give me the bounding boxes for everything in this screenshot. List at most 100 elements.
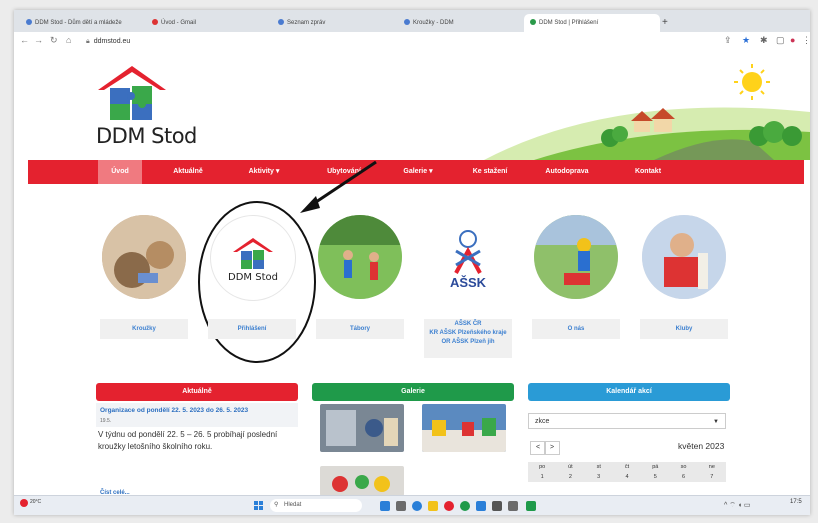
clock[interactable]: 17:5 [790, 499, 802, 505]
bookmark-star-icon[interactable]: ★ [742, 35, 750, 46]
menu-icon[interactable]: ⋮ [802, 35, 810, 46]
menu-item-ke-stazeni[interactable]: Ke stažení [460, 160, 520, 184]
forward-icon[interactable]: → [34, 35, 43, 45]
menu-item-galerie[interactable]: Galerie ▾ [388, 160, 448, 184]
browser-tab[interactable]: Seznam zpráv [272, 14, 398, 32]
calendar-day[interactable]: 1 [528, 472, 556, 482]
weekday: út [568, 464, 573, 470]
news-title[interactable]: Organizace od pondělí 22. 5. 2023 do 26.… [100, 407, 248, 414]
assk-line: AŠSK ČR [454, 321, 482, 327]
o-nas-link[interactable]: O nás [532, 319, 620, 339]
news-date: 19.5. [100, 418, 112, 424]
windows-taskbar: 20°C ⚲ Hledat ^ ⌔ ◖ ▭ 17:5 [14, 495, 810, 515]
menu-item-uvod[interactable]: Úvod [98, 160, 142, 184]
calendar-day[interactable]: 4 [613, 472, 641, 482]
weekday: po [539, 464, 546, 470]
url-field[interactable]: 🔒︎ ddmstod.eu [86, 35, 726, 49]
favicon-icon [26, 19, 32, 26]
tab-strip: DDM Stod - Dům dětí a mládeže Úvod - Gma… [14, 10, 810, 32]
weather-temp[interactable]: 20°C [30, 499, 41, 505]
galerie-heading[interactable]: Galerie [312, 383, 514, 401]
prihlaseni-link[interactable]: Přihlášení [208, 319, 296, 339]
krouzky-image[interactable] [102, 215, 186, 299]
taskbar-search[interactable]: ⚲ Hledat [270, 499, 362, 512]
gallery-thumb[interactable] [422, 404, 506, 452]
menu-item-ubytovani[interactable]: Ubytování [314, 160, 374, 184]
calendar-day[interactable]: 6 [669, 472, 697, 482]
windows-start-icon[interactable] [254, 501, 264, 511]
browser-tab[interactable]: Úvod - Gmail [146, 14, 272, 32]
back-icon[interactable]: ← [20, 35, 29, 45]
site-header: DDM Stod [14, 52, 810, 160]
calendar-month: květen 2023 [678, 441, 725, 451]
krouzky-link[interactable]: Kroužky [100, 319, 188, 339]
kluby-image[interactable] [642, 215, 726, 299]
home-icon[interactable]: ⌂ [66, 35, 71, 45]
tab-label: Úvod - Gmail [161, 20, 197, 26]
menu-item-aktualne[interactable]: Aktuálně [158, 160, 218, 184]
reload-icon[interactable]: ↻ [50, 35, 58, 46]
address-bar-row: ← → ↻ ⌂ 🔒︎ ddmstod.eu ⇪ ★ ✱ ▢ ● ⋮ [14, 32, 810, 53]
tab-label: DDM Stod | Přihlášení [539, 20, 599, 26]
edge-icon[interactable] [460, 501, 470, 511]
sidebar-icon[interactable]: ▢ [776, 35, 785, 46]
calendar-day[interactable]: 2 [556, 472, 584, 482]
menu-item-autodoprava[interactable]: Autodoprava [532, 160, 602, 184]
gallery-thumb[interactable] [320, 404, 404, 452]
assk-logo-circle[interactable]: AŠSK [426, 215, 510, 299]
app-icon[interactable] [508, 501, 518, 511]
menu-item-kontakt[interactable]: Kontakt [618, 160, 678, 184]
chrome-icon[interactable] [444, 501, 454, 511]
search-icon: ⚲ [274, 502, 279, 508]
assk-link[interactable]: AŠSK ČR KR AŠSK Plzeňského kraje OR AŠSK… [424, 319, 512, 358]
extensions-icon[interactable]: ✱ [760, 35, 768, 46]
calendar-next-button[interactable]: > [544, 441, 560, 455]
widgets-icon[interactable] [396, 501, 406, 511]
favicon-icon [404, 19, 410, 26]
weekday: so [680, 464, 687, 470]
aktualne-heading[interactable]: Aktuálně [96, 383, 298, 401]
app-icon[interactable] [526, 501, 536, 511]
browser-tab-active[interactable]: DDM Stod | Přihlášení [524, 14, 660, 32]
app-icon[interactable] [492, 501, 502, 511]
file-explorer-icon[interactable] [428, 501, 438, 511]
browser-window: DDM Stod - Dům dětí a mládeže Úvod - Gma… [14, 10, 810, 515]
tab-label: Kroužky - DDM [413, 20, 454, 26]
main-menu: Úvod Aktuálně Aktivity ▾ Ubytování Galer… [28, 160, 804, 184]
tab-label: Seznam zpráv [287, 20, 326, 26]
tabory-image[interactable] [318, 215, 402, 299]
new-tab-button[interactable]: + [662, 14, 674, 32]
task-view-icon[interactable] [380, 501, 390, 511]
chevron-down-icon: ▼ [713, 419, 719, 425]
kluby-link[interactable]: Kluby [640, 319, 728, 339]
tab-label: DDM Stod - Dům dětí a mládeže [35, 20, 122, 26]
event-type-select[interactable]: zkce ▼ [528, 413, 726, 429]
profile-avatar-icon[interactable]: ● [790, 35, 795, 45]
favicon-icon [530, 19, 536, 26]
weather-icon[interactable] [20, 499, 28, 507]
o-nas-image[interactable] [534, 215, 618, 299]
calendar-day[interactable]: 5 [641, 472, 669, 482]
store-icon[interactable] [476, 501, 486, 511]
weekday: ne [708, 464, 715, 470]
browser-tab[interactable]: DDM Stod - Dům dětí a mládeže [20, 14, 146, 32]
prihlaseni-logo-circle[interactable]: DDM Stod [210, 215, 296, 301]
chat-icon[interactable] [412, 501, 422, 511]
calendar-day[interactable]: 3 [585, 472, 613, 482]
browser-tab[interactable]: Kroužky - DDM [398, 14, 524, 32]
calendar-weekdays: po út st čt pá so ne [528, 462, 726, 472]
assk-line: OR AŠSK Plzeň jih [441, 339, 495, 345]
share-icon[interactable]: ⇪ [724, 35, 732, 46]
site-logo-text[interactable]: DDM Stod [96, 124, 197, 148]
lock-icon: 🔒︎ [86, 38, 90, 45]
tray-icons[interactable]: ^ ⌔ ◖ ▭ [724, 501, 751, 510]
calendar-week: 1 2 3 4 5 6 7 [528, 472, 726, 482]
tabory-link[interactable]: Tábory [316, 319, 404, 339]
news-body: V týdnu od pondělí 22. 5 – 26. 5 probíha… [98, 430, 278, 451]
weekday: čt [624, 464, 630, 470]
calendar-day[interactable]: 7 [698, 472, 726, 482]
gallery-thumb[interactable] [320, 466, 404, 496]
kalendar-heading[interactable]: Kalendář akcí [528, 383, 730, 401]
menu-item-aktivity[interactable]: Aktivity ▾ [234, 160, 294, 184]
assk-logo-text: AŠSK [449, 275, 487, 290]
